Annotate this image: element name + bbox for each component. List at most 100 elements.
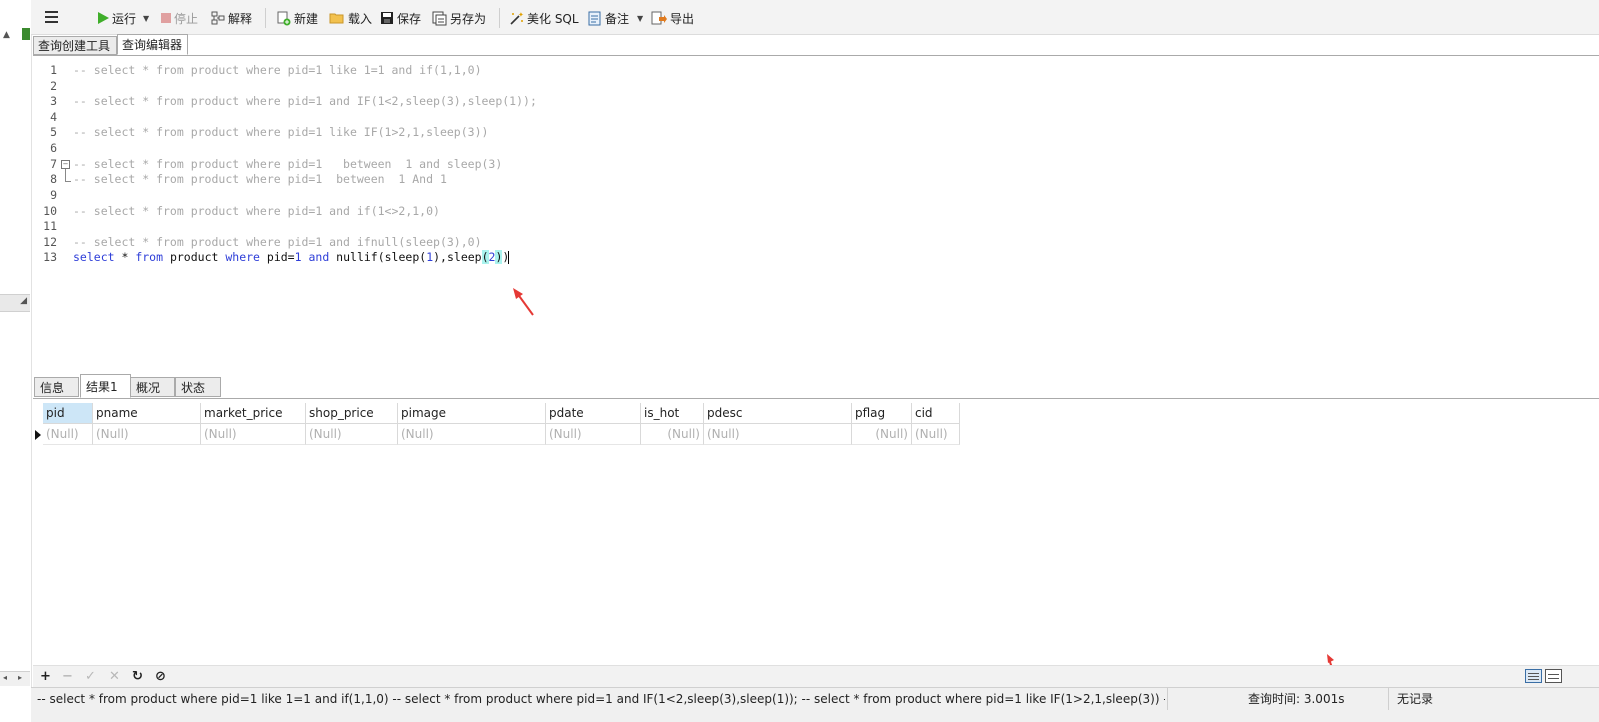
folder-open-icon	[329, 13, 344, 24]
column-header-pimage[interactable]: pimage	[398, 403, 546, 424]
export-button[interactable]: 导出	[651, 9, 694, 27]
run-dropdown-icon[interactable]: ▼	[143, 14, 149, 23]
column-header-pdesc[interactable]: pdesc	[704, 403, 852, 424]
grid-cell[interactable]: (Null)	[201, 424, 306, 445]
grid-cell[interactable]: (Null)	[306, 424, 398, 445]
explain-button[interactable]: 解释	[211, 9, 252, 27]
tab-query-builder[interactable]: 查询创建工具	[33, 36, 117, 55]
new-query-icon	[277, 11, 291, 25]
grid-cell[interactable]: (Null)	[93, 424, 201, 445]
new-label: 新建	[294, 11, 319, 26]
db-object-icon	[22, 28, 30, 40]
run-button[interactable]: 运行 ▼	[97, 9, 149, 27]
code-line: -- select * from product where pid=1 lik…	[73, 63, 482, 77]
delete-record-button[interactable]: −	[62, 669, 73, 684]
tab-overview[interactable]: 概况	[130, 377, 175, 397]
code-token: nullif(sleep(	[329, 250, 427, 264]
column-header-pname[interactable]: pname	[93, 403, 201, 424]
load-button[interactable]: 载入	[329, 9, 372, 27]
code-token: ),sleep	[433, 250, 482, 264]
save-label: 保存	[397, 11, 422, 26]
code-line: -- select * from product where pid=1 lik…	[73, 125, 489, 139]
apply-changes-button[interactable]: ✓	[85, 669, 96, 684]
menu-icon[interactable]	[45, 11, 58, 26]
grid-cell[interactable]: (Null)	[641, 424, 704, 445]
grid-cell[interactable]: (Null)	[43, 424, 93, 445]
grid-cell[interactable]: (Null)	[398, 424, 546, 445]
magic-wand-icon: ✦	[510, 11, 524, 25]
line-number-gutter: 1 2 3 4 5 6 7 8 9 10 11 12 13 −	[33, 56, 71, 373]
status-bar: -- select * from product where pid=1 lik…	[31, 687, 1599, 722]
explain-label: 解释	[228, 11, 253, 26]
result-tabs: 信息 结果1 概况 状态	[33, 372, 1599, 399]
save-button[interactable]: 保存	[380, 9, 421, 27]
line-number: 12	[43, 235, 57, 249]
text-cursor	[508, 251, 510, 264]
column-header-market-price[interactable]: market_price	[201, 403, 306, 424]
column-header-pid[interactable]: pid	[43, 403, 93, 424]
comment-doc-icon	[588, 11, 601, 25]
add-record-button[interactable]: +	[40, 669, 51, 684]
active-code-line: select * from product where pid=1 and nu…	[73, 250, 510, 264]
collapse-arrow-icon[interactable]: ▲	[3, 30, 10, 40]
export-label: 导出	[670, 11, 695, 26]
save-as-label: 另存为	[450, 11, 487, 26]
code-line: -- select * from product where pid=1 and…	[73, 235, 482, 249]
status-separator	[1167, 688, 1168, 710]
tab-info[interactable]: 信息	[34, 377, 79, 397]
save-as-button[interactable]: 另存为	[432, 9, 486, 27]
query-toolbar: 运行 ▼ 停止 解释 新建 载入 保存 另存为 ✦ 美化 SQL 备注 ▼ 导出	[31, 0, 1599, 35]
tab-query-editor[interactable]: 查询编辑器	[117, 34, 188, 55]
comment-button[interactable]: 备注 ▼	[588, 9, 643, 27]
stop-label: 停止	[174, 11, 199, 26]
grid-cell[interactable]: (Null)	[546, 424, 641, 445]
collapse-left-icon: ◢	[20, 296, 27, 306]
line-number: 13	[43, 250, 57, 264]
panel-nav-arrows[interactable]: ◂ ▸	[0, 671, 30, 686]
explain-icon	[211, 11, 225, 25]
column-header-shop-price[interactable]: shop_price	[306, 403, 398, 424]
fold-guide-end	[65, 181, 71, 182]
column-header-is-hot[interactable]: is_hot	[641, 403, 704, 424]
line-number: 10	[43, 204, 57, 218]
grid-cell[interactable]: (Null)	[912, 424, 960, 445]
panel-splitter-handle[interactable]: ◢	[0, 294, 30, 312]
stop-icon	[161, 13, 171, 23]
keyword-token: and	[308, 250, 330, 264]
line-number: 1	[50, 63, 57, 77]
save-as-icon	[432, 11, 447, 25]
column-header-pdate[interactable]: pdate	[546, 403, 641, 424]
scroll-left-icon[interactable]: ◂	[3, 673, 7, 682]
status-sql-text: -- select * from product where pid=1 lik…	[37, 692, 1165, 706]
svg-text:✦: ✦	[518, 11, 524, 19]
bracket-match-highlight: (	[481, 250, 489, 264]
comment-dropdown-icon[interactable]: ▼	[637, 14, 643, 23]
tab-status[interactable]: 状态	[175, 377, 221, 397]
grid-view-button[interactable]	[1525, 669, 1542, 683]
column-header-cid[interactable]: cid	[912, 403, 960, 424]
beautify-sql-button[interactable]: ✦ 美化 SQL	[509, 9, 579, 27]
grid-cell[interactable]: (Null)	[852, 424, 912, 445]
status-separator	[1388, 688, 1389, 710]
stop-button[interactable]: 停止	[161, 9, 198, 27]
grid-cell[interactable]: (Null)	[704, 424, 852, 445]
line-number: 9	[50, 188, 57, 202]
column-header-pflag[interactable]: pflag	[852, 403, 912, 424]
stop-fetch-button[interactable]: ⊘	[155, 669, 166, 684]
line-number: 5	[50, 125, 57, 139]
line-number: 4	[50, 110, 57, 124]
fold-guide	[65, 169, 66, 181]
form-view-button[interactable]	[1545, 669, 1562, 683]
keyword-token: from	[135, 250, 164, 264]
scroll-right-icon[interactable]: ▸	[18, 673, 22, 682]
status-query-time: 查询时间: 3.001s	[1248, 692, 1345, 706]
refresh-button[interactable]: ↻	[132, 669, 143, 684]
discard-changes-button[interactable]: ✕	[109, 669, 120, 684]
line-number: 8	[50, 172, 57, 186]
new-button[interactable]: 新建	[276, 9, 318, 27]
tab-result-1[interactable]: 结果1	[80, 374, 131, 398]
sql-editor[interactable]: 1 2 3 4 5 6 7 8 9 10 11 12 13 − -- selec…	[33, 55, 1599, 373]
beautify-sql-label: 美化 SQL	[527, 11, 579, 26]
code-line: -- select * from product where pid=1 bet…	[73, 172, 447, 186]
fold-collapse-icon[interactable]: −	[61, 160, 70, 169]
